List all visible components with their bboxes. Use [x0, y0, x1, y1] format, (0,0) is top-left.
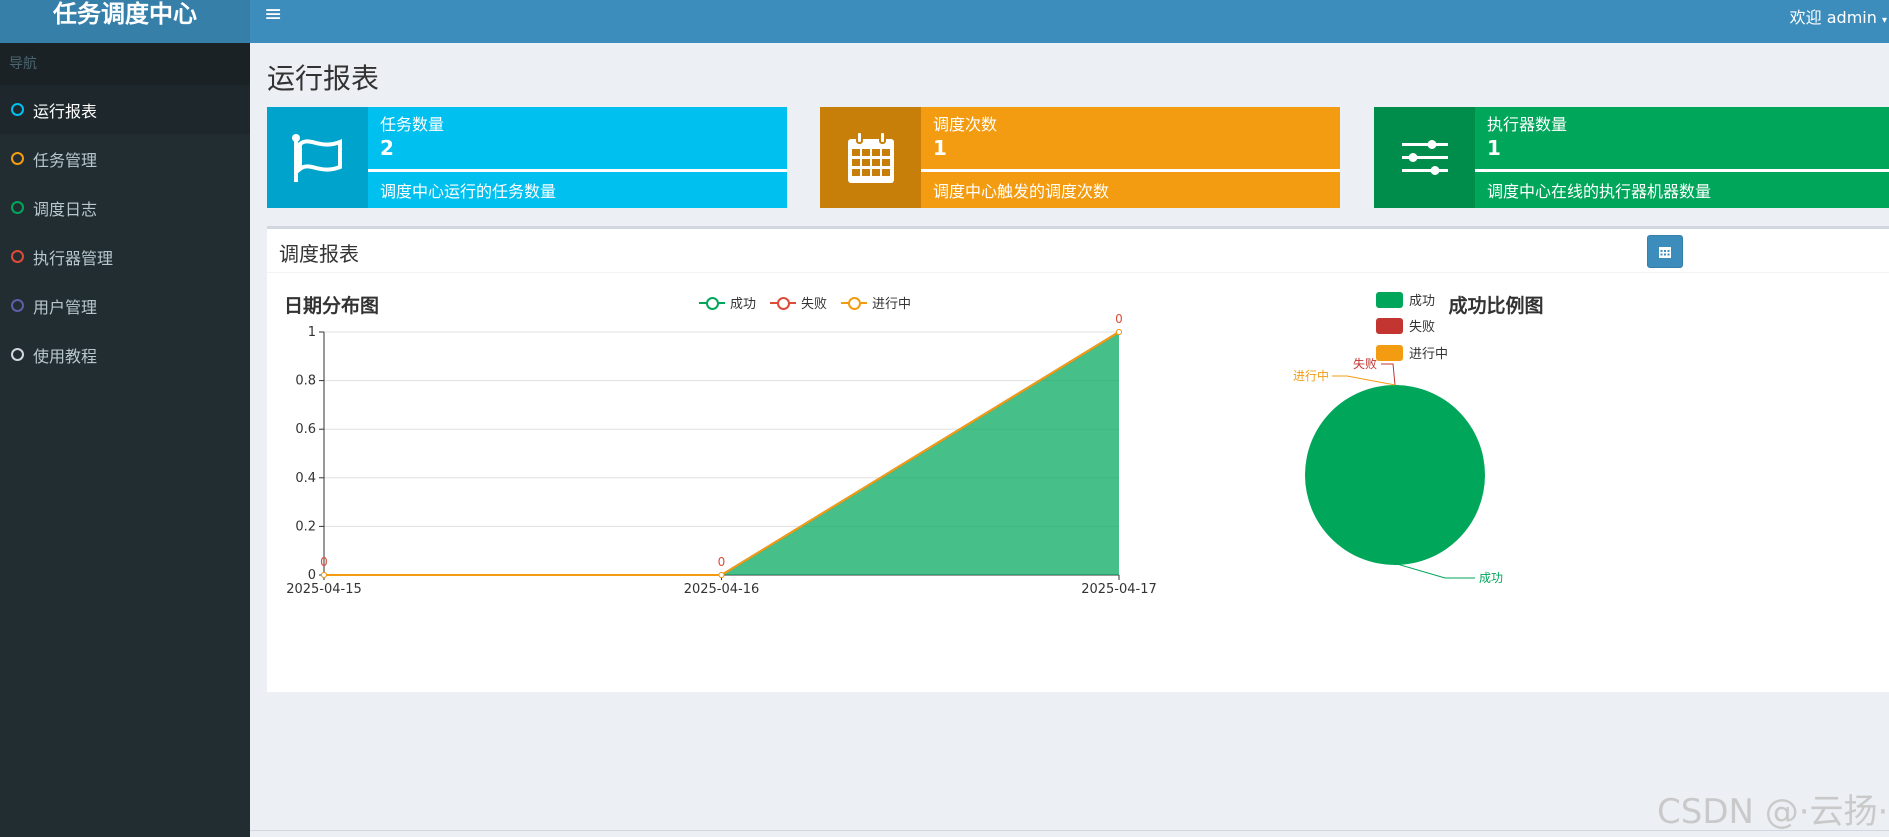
sliders-icon: [1401, 139, 1448, 175]
progress-bar: [1475, 169, 1889, 172]
calendar-icon: [847, 130, 894, 183]
info-box-triggers: 调度次数 1 调度中心触发的调度次数: [820, 107, 1340, 208]
sidebar-item-label: 调度日志: [33, 199, 98, 219]
data-point: [718, 572, 725, 578]
caret-down-icon: ▾: [1881, 15, 1887, 26]
x-tick-label: 2025-04-15: [286, 582, 362, 597]
y-tick-label: 0.8: [295, 374, 316, 389]
point-label: 0: [320, 555, 328, 569]
sidebar-item-executors[interactable]: 执行器管理: [0, 232, 250, 281]
circle-icon: [11, 250, 24, 263]
data-point: [1116, 329, 1122, 335]
info-box-number: 2: [380, 136, 394, 160]
pie-label-leader: [1396, 563, 1475, 579]
menu-toggle-icon[interactable]: ≡: [264, 2, 282, 28]
report-box: 调度报表 日期分布图 成功 失败 进行中 0 0.2 0.4 0.6 0.8 1…: [267, 226, 1889, 692]
info-box-icon: [1374, 107, 1475, 208]
sidebar-item-label: 使用教程: [33, 346, 98, 366]
circle-icon: [11, 103, 24, 116]
info-box-icon: [820, 107, 921, 208]
app-root: 任务调度中心 导航 运行报表 任务管理 调度日志 执行器管理 用户管理 使用教程…: [0, 0, 1889, 837]
point-label: 0: [1115, 312, 1123, 326]
info-box-executors: 执行器数量 1 调度中心在线的执行器机器数量: [1374, 107, 1889, 208]
watermark: CSDN @·云扬·: [1657, 792, 1889, 832]
sidebar-item-label: 执行器管理: [33, 248, 114, 268]
info-box-label: 调度次数: [933, 115, 998, 134]
top-navbar: ≡ 欢迎 admin ▾: [250, 0, 1889, 43]
circle-icon: [11, 348, 24, 361]
pie-label: 进行中: [1293, 368, 1329, 383]
info-box-body: 执行器数量 1 调度中心在线的执行器机器数量: [1475, 107, 1889, 208]
info-box-icon: [267, 107, 368, 208]
info-box-body: 调度次数 1 调度中心触发的调度次数: [921, 107, 1340, 208]
sidebar-item-logs[interactable]: 调度日志: [0, 183, 250, 232]
pie-slice: [1305, 385, 1485, 565]
x-tick-label: 2025-04-17: [1081, 582, 1157, 597]
sidebar-item-jobs[interactable]: 任务管理: [0, 134, 250, 183]
pie-label-leader: [1381, 363, 1396, 386]
circle-icon: [11, 152, 24, 165]
info-box-label: 任务数量: [380, 115, 445, 134]
info-box-number: 1: [933, 136, 947, 160]
user-menu[interactable]: 欢迎 admin ▾: [1790, 4, 1887, 28]
sidebar: 任务调度中心 导航 运行报表 任务管理 调度日志 执行器管理 用户管理 使用教程: [0, 0, 250, 837]
pie-label: 成功: [1479, 571, 1503, 585]
x-tick-label: 2025-04-16: [684, 582, 760, 597]
y-tick-label: 0.6: [295, 422, 316, 437]
sidebar-item-label: 任务管理: [33, 150, 98, 170]
data-point: [321, 572, 327, 578]
sidebar-item-label: 用户管理: [33, 297, 98, 317]
app-logo[interactable]: 任务调度中心: [0, 0, 250, 43]
info-box-label: 执行器数量: [1487, 115, 1568, 134]
y-tick-label: 0: [308, 568, 316, 583]
y-tick-label: 1: [308, 325, 316, 340]
nav-header: 导航: [0, 43, 250, 85]
info-box-body: 任务数量 2 调度中心运行的任务数量: [368, 107, 787, 208]
main-content: 运行报表 任务数量 2 调度中心运行的任务数量 调度次数 1 调度中心触发的调度…: [250, 43, 1889, 837]
sidebar-item-report[interactable]: 运行报表: [0, 85, 250, 134]
date-distribution-chart: 0 0.2 0.4 0.6 0.8 1 2025-04-15 2025-04-16 2025-0…: [286, 312, 1157, 597]
progress-bar: [368, 169, 787, 172]
info-box-description: 调度中心运行的任务数量: [380, 182, 557, 201]
sidebar-item-users[interactable]: 用户管理: [0, 281, 250, 330]
welcome-text: 欢迎 admin: [1789, 8, 1877, 27]
footer-divider: [250, 830, 1889, 831]
info-box-description: 调度中心在线的执行器机器数量: [1487, 182, 1712, 201]
sidebar-item-help[interactable]: 使用教程: [0, 330, 250, 379]
pie-label: 失败: [1353, 356, 1377, 371]
circle-icon: [11, 299, 24, 312]
info-box-number: 1: [1487, 136, 1501, 160]
point-label: 0: [718, 555, 726, 569]
area-success: [324, 332, 1119, 575]
circle-icon: [11, 201, 24, 214]
y-tick-label: 0.2: [295, 519, 316, 534]
info-box-jobs: 任务数量 2 调度中心运行的任务数量: [267, 107, 787, 208]
info-box-description: 调度中心触发的调度次数: [933, 182, 1110, 201]
sidebar-item-label: 运行报表: [33, 101, 98, 121]
progress-bar: [921, 169, 1340, 172]
success-ratio-chart: 成功 失败进行中: [1293, 356, 1503, 585]
flag-icon: [291, 133, 342, 182]
y-tick-label: 0.4: [295, 471, 316, 486]
page-title: 运行报表: [267, 62, 380, 95]
pie-label-leader: [1332, 375, 1396, 386]
